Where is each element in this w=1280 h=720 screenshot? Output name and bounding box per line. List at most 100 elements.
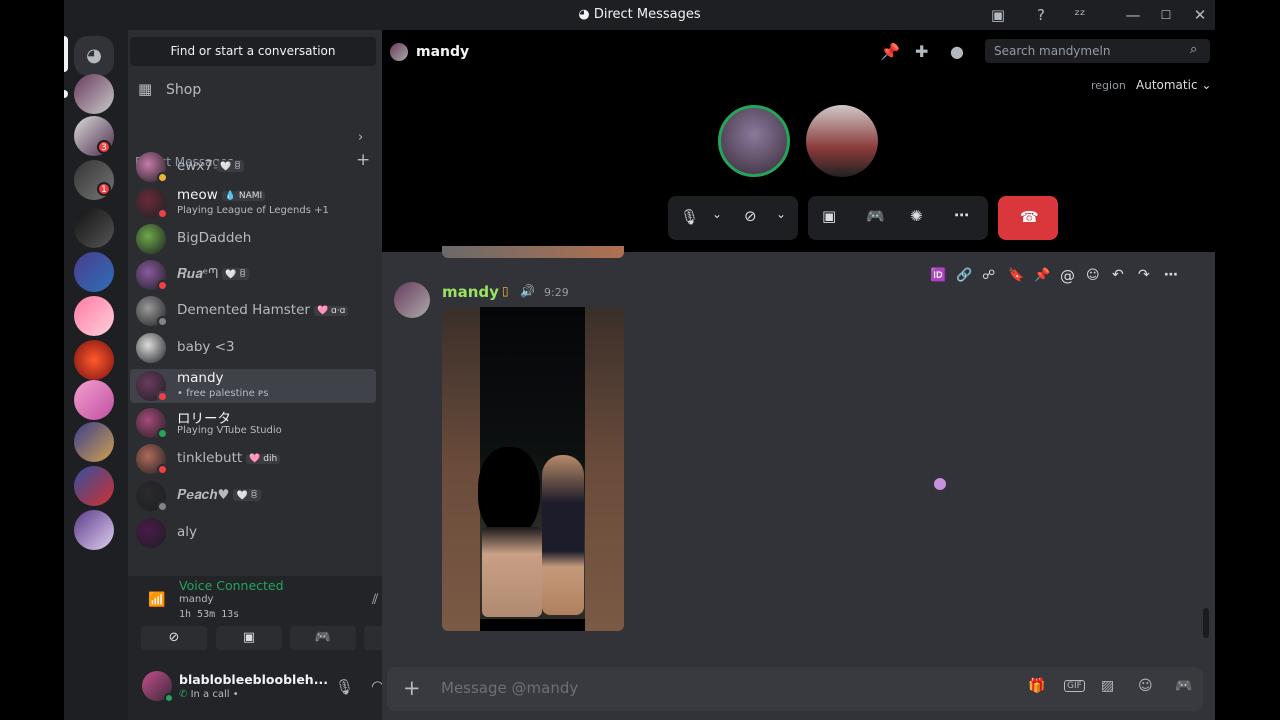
server-icon[interactable] — [74, 208, 114, 248]
shop-label: Shop — [166, 82, 202, 98]
participant-avatar-speaking[interactable] — [718, 105, 790, 177]
dm-tag: 🤍 ꊞ — [233, 489, 261, 501]
inbox-icon[interactable]: ▣ — [988, 5, 1008, 25]
attach-plus-icon[interactable]: + — [403, 676, 421, 700]
title-bar: ◕ Direct Messages ▣ ? ᶻᶻ — ☐ ✕ — [64, 0, 1215, 30]
chevron-right-icon[interactable]: › — [358, 130, 363, 145]
dm-item[interactable]: baby <3 — [130, 331, 376, 365]
sleep-icon[interactable]: ᶻᶻ — [1070, 5, 1090, 25]
selected-indicator — [64, 36, 68, 72]
help-icon[interactable]: ? — [1031, 5, 1051, 25]
photo-edge — [480, 619, 585, 631]
dm-item[interactable]: aly — [130, 516, 376, 550]
channel-title: mandy — [416, 44, 470, 60]
pinned-messages-icon[interactable]: 📌 — [880, 42, 900, 61]
dm-tag: 🩷 dih — [246, 454, 281, 464]
dm-item[interactable]: 𝑷𝒆𝒂𝒄𝒉♥ 🤍 ꊞ — [130, 479, 376, 513]
server-icon[interactable] — [74, 74, 114, 114]
dm-tag: 💧 NAMI — [221, 191, 266, 201]
server-icon[interactable] — [74, 466, 114, 506]
dm-item[interactable]: mandy • free palestine ᴘs — [130, 369, 376, 403]
noise-suppression-icon[interactable]: ⫽ — [372, 592, 378, 608]
screen-share-icon[interactable]: ▣ — [822, 207, 836, 225]
more-options-icon[interactable]: ⋯ — [1164, 267, 1178, 283]
forward-icon[interactable]: ↷ — [1138, 267, 1150, 283]
shop-item[interactable]: ▦ Shop — [130, 74, 376, 106]
reply-icon[interactable]: ↶ — [1112, 267, 1124, 283]
previous-attachment[interactable] — [442, 246, 624, 258]
gif-icon[interactable]: GIF — [1064, 680, 1085, 692]
dm-item[interactable]: ewx7 🤍 ꊞ — [130, 150, 376, 184]
chevron-down-icon[interactable]: ⌄ — [712, 207, 722, 221]
thread-icon[interactable]: ☍ — [982, 268, 995, 283]
activity-button[interactable]: 🎮 — [290, 626, 356, 650]
more-options-icon[interactable]: ⋯ — [954, 206, 969, 224]
leave-call-button[interactable]: ☎ — [998, 196, 1058, 240]
voice-channel[interactable]: mandy — [179, 594, 213, 605]
dm-name: 𝑷𝒆𝒂𝒄𝒉♥ 🤍 ꊞ — [177, 487, 261, 503]
direct-messages-home-icon[interactable]: ◕ — [74, 36, 114, 76]
status-dot — [157, 208, 168, 219]
apps-gamepad-icon[interactable]: 🎮 — [1175, 678, 1192, 694]
dm-item[interactable]: BigDaddeh — [130, 222, 376, 256]
dm-item[interactable]: tinklebutt 🩷 dih — [130, 442, 376, 476]
phone-icon: ✆ — [179, 689, 191, 700]
server-icon[interactable] — [74, 252, 114, 292]
sticker-icon[interactable]: ▨ — [1101, 678, 1114, 694]
close-icon[interactable]: ✕ — [1190, 5, 1210, 25]
message-input[interactable]: Message @mandy — [441, 679, 578, 697]
mic-video-controls: 🎙 ⌄ ⊘ ⌄ — [668, 196, 798, 240]
message-author[interactable]: mandy — [442, 283, 499, 301]
server-icon[interactable] — [74, 422, 114, 462]
gamepad-icon[interactable]: 🎮 — [866, 207, 885, 225]
dm-name: BigDaddeh — [177, 230, 252, 246]
image-attachment[interactable] — [442, 307, 624, 631]
user-profile-icon[interactable]: ● — [950, 42, 964, 61]
signal-icon[interactable]: 📶 — [148, 592, 165, 608]
participant-avatar[interactable] — [806, 105, 878, 177]
region-select[interactable]: Automatic ⌄ — [1136, 78, 1211, 92]
emoji-icon[interactable]: ☺ — [1138, 678, 1153, 694]
search-box[interactable]: Search mandymeln ⌕ — [985, 39, 1210, 63]
server-icon[interactable] — [74, 296, 114, 336]
region-label: region — [1091, 79, 1126, 92]
dm-activity: Playing League of Legends +1 — [177, 205, 329, 216]
microphone-icon[interactable]: 🎙 — [335, 678, 354, 696]
dm-item[interactable]: meow 💧 NAMI Playing League of Legends +1 — [130, 186, 376, 220]
discord-window: ◕ Direct Messages ▣ ? ᶻᶻ — ☐ ✕ ◕ 3 1 Fin… — [64, 0, 1215, 720]
chat-area: 🆔 🔗 ☍ 🔖 📌 @ ☺ ↶ ↷ ⋯ mandy ▯ 🔊 9:29 + Mes… — [382, 246, 1215, 720]
soundboard-icon[interactable]: ✺ — [910, 207, 923, 225]
find-conversation-button[interactable]: Find or start a conversation — [130, 37, 376, 66]
bookmark-icon[interactable]: 🔖 — [1008, 268, 1024, 283]
gift-icon[interactable]: 🎁 — [1028, 678, 1045, 694]
voice-status[interactable]: Voice Connected — [179, 578, 284, 593]
dm-name: 𝑹𝒖𝒂ᵉᘉ 🤍 ꊞ — [177, 266, 250, 282]
message-actions-toolbar: 🆔 🔗 ☍ 🔖 📌 @ ☺ ↶ ↷ ⋯ — [924, 264, 1184, 290]
chevron-down-icon[interactable]: ⌄ — [776, 207, 786, 221]
server-rail: ◕ 3 1 — [64, 30, 128, 576]
dm-item[interactable]: ロリータ Playing VTube Studio — [130, 406, 376, 440]
server-icon[interactable] — [74, 510, 114, 550]
dm-item[interactable]: 𝑹𝒖𝒂ᵉᘉ 🤍 ꊞ — [130, 258, 376, 292]
screen-share-button[interactable]: ▣ — [216, 626, 282, 650]
server-icon[interactable] — [74, 380, 114, 420]
maximize-icon[interactable]: ☐ — [1156, 5, 1176, 25]
copy-id-icon[interactable]: 🆔 — [930, 268, 946, 283]
dm-item[interactable]: Demented Hamster 🩷 ɑ·ɑ — [130, 294, 376, 328]
channel-avatar — [390, 43, 408, 61]
username[interactable]: blablobleebloobleh... — [179, 672, 328, 687]
message-author-avatar[interactable] — [394, 282, 430, 318]
server-icon[interactable] — [74, 340, 114, 380]
video-off-button[interactable]: ⊘ — [141, 626, 207, 650]
emoji-reaction-icon[interactable]: ☺ — [1086, 268, 1100, 283]
minimize-icon[interactable]: — — [1123, 5, 1143, 25]
scrollbar-thumb[interactable] — [1203, 608, 1209, 638]
cursor-highlight — [934, 478, 946, 490]
video-off-icon[interactable]: ⊘ — [744, 207, 757, 225]
add-friends-icon[interactable]: ✚ — [915, 42, 928, 61]
pin-icon[interactable]: 📌 — [1034, 268, 1050, 283]
dm-activity: Playing VTube Studio — [177, 425, 282, 436]
microphone-icon[interactable]: 🎙 — [680, 208, 699, 226]
link-icon[interactable]: 🔗 — [956, 268, 972, 283]
mention-icon[interactable]: @ — [1060, 267, 1075, 285]
